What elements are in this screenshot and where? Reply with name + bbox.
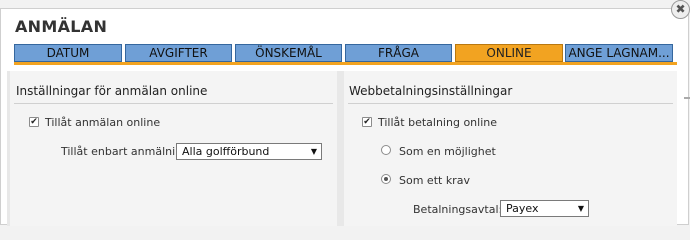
tab-avgifter[interactable]: AVGIFTER	[125, 44, 232, 62]
allow-payment-label: Tillåt betalning online	[378, 116, 497, 129]
dialog-title: ANMÄLAN	[15, 17, 108, 36]
tab-underline	[14, 62, 677, 65]
tab-fraga[interactable]: FRÅGA	[345, 44, 452, 62]
tab-ange-lagnam[interactable]: ANGE LAGNAM...	[565, 44, 673, 62]
option-possibility-label: Som en möjlighet	[399, 145, 496, 158]
divider	[14, 103, 333, 104]
option-requirement-label: Som ett krav	[399, 174, 470, 187]
tab-online[interactable]: ONLINE	[455, 44, 563, 62]
dropdown-arrow-icon: ▼	[577, 204, 584, 213]
payment-agreement-label: Betalningsavtal:	[413, 203, 503, 216]
allow-payment-checkbox[interactable]: ✔	[362, 117, 372, 127]
online-settings-title: Inställningar för anmälan online	[16, 84, 208, 98]
online-settings-panel: Inställningar för anmälan online ✔ Tillå…	[10, 71, 337, 226]
payment-agreement-select[interactable]: Payex ▼	[500, 200, 589, 217]
divider	[348, 103, 673, 104]
tab-datum[interactable]: DATUM	[14, 44, 122, 62]
allow-online-checkbox[interactable]: ✔	[29, 117, 39, 127]
option-requirement-radio[interactable]	[381, 174, 391, 184]
close-icon[interactable]: ✖	[671, 0, 690, 19]
web-payment-title: Webbetalningsinställningar	[349, 84, 513, 98]
scroll-edge	[684, 97, 690, 99]
federation-select[interactable]: Alla golfförbund ▼	[176, 143, 322, 160]
option-possibility-radio[interactable]	[381, 145, 391, 155]
restrict-registration-label: Tillåt enbart anmälni...	[61, 145, 186, 158]
tab-content: Inställningar för anmälan online ✔ Tillå…	[7, 71, 677, 226]
tab-onskemal[interactable]: ÖNSKEMÅL	[235, 44, 342, 62]
allow-online-label: Tillåt anmälan online	[45, 116, 161, 129]
web-payment-panel: Webbetalningsinställningar ✔ Tillåt beta…	[344, 71, 677, 226]
online-registration-dialog: ANMÄLAN DATUM AVGIFTER ÖNSKEMÅL FRÅGA ON…	[0, 8, 689, 226]
payment-agreement-value: Payex	[506, 202, 539, 215]
dropdown-arrow-icon: ▼	[310, 147, 317, 156]
federation-select-value: Alla golfförbund	[182, 145, 270, 158]
